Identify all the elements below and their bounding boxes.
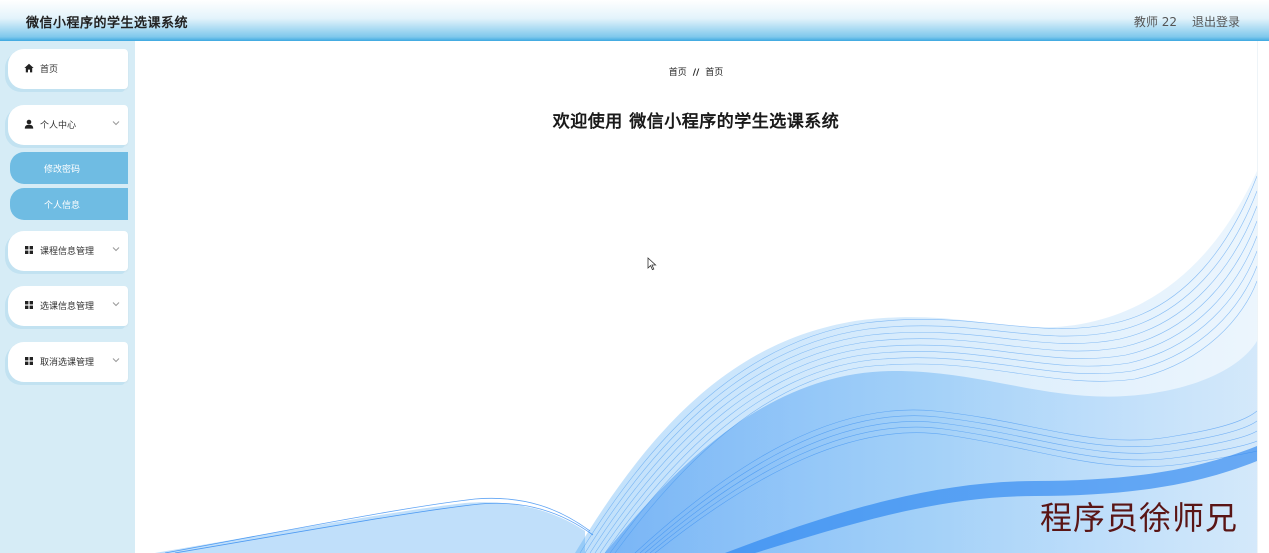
grid-icon [25, 357, 33, 365]
breadcrumb-home-link[interactable]: 首页 [669, 68, 687, 78]
sidebar-item-cancel-selection[interactable]: 取消选课管理 [8, 342, 128, 382]
sidebar-item-label: 课程信息管理 [40, 247, 95, 257]
logout-button[interactable]: 退出登录 [1192, 13, 1240, 30]
breadcrumb-current: 首页 [705, 68, 724, 78]
watermark-text: 程序员徐师兄 [1040, 499, 1239, 537]
sidebar-item-label: 个人中心 [40, 121, 77, 131]
user-icon [24, 119, 34, 129]
grid-icon [25, 301, 33, 309]
top-header: 微信小程序的学生选课系统 教师 22 退出登录 [0, 0, 1269, 42]
chevron-down-icon [112, 358, 120, 363]
sidebar-subitem-personal-info[interactable]: 个人信息 [10, 188, 128, 220]
sidebar-item-label: 首页 [40, 65, 59, 75]
current-user-label: 教师 22 [1133, 15, 1177, 29]
app-title: 微信小程序的学生选课系统 [26, 16, 189, 31]
sidebar-item-label: 取消选课管理 [40, 358, 95, 368]
grid-icon [25, 246, 33, 254]
breadcrumb-separator: // [692, 68, 700, 78]
main-content: 首页 // 首页 欢迎使用 微信小程序的学生选课系统 [135, 41, 1257, 553]
sidebar-item-label: 选课信息管理 [40, 302, 95, 312]
sidebar-item-personal-center[interactable]: 个人中心 [8, 105, 128, 145]
sidebar-subitem-label: 修改密码 [44, 165, 81, 175]
chevron-down-icon [112, 121, 120, 126]
welcome-heading: 欢迎使用 微信小程序的学生选课系统 [552, 112, 840, 132]
breadcrumb: 首页 // 首页 [135, 65, 1257, 78]
home-icon [24, 63, 34, 73]
sidebar-subitem-label: 个人信息 [44, 201, 81, 211]
sidebar: 首页 个人中心 修改密码 个人信息 课程信息管理 选课信息管理 取消选课管理 [0, 41, 135, 553]
chevron-down-icon [112, 302, 120, 307]
sidebar-item-selection-info[interactable]: 选课信息管理 [8, 286, 128, 326]
mouse-cursor-icon [647, 257, 657, 271]
chevron-down-icon [112, 247, 120, 252]
scrollbar[interactable] [1257, 41, 1269, 553]
sidebar-subitem-change-password[interactable]: 修改密码 [10, 152, 128, 184]
sidebar-item-course-info[interactable]: 课程信息管理 [8, 231, 128, 271]
app-window: 微信小程序的学生选课系统 教师 22 退出登录 首页 个人中心 修改密码 个人信… [0, 0, 1269, 553]
sidebar-item-home[interactable]: 首页 [8, 49, 128, 89]
